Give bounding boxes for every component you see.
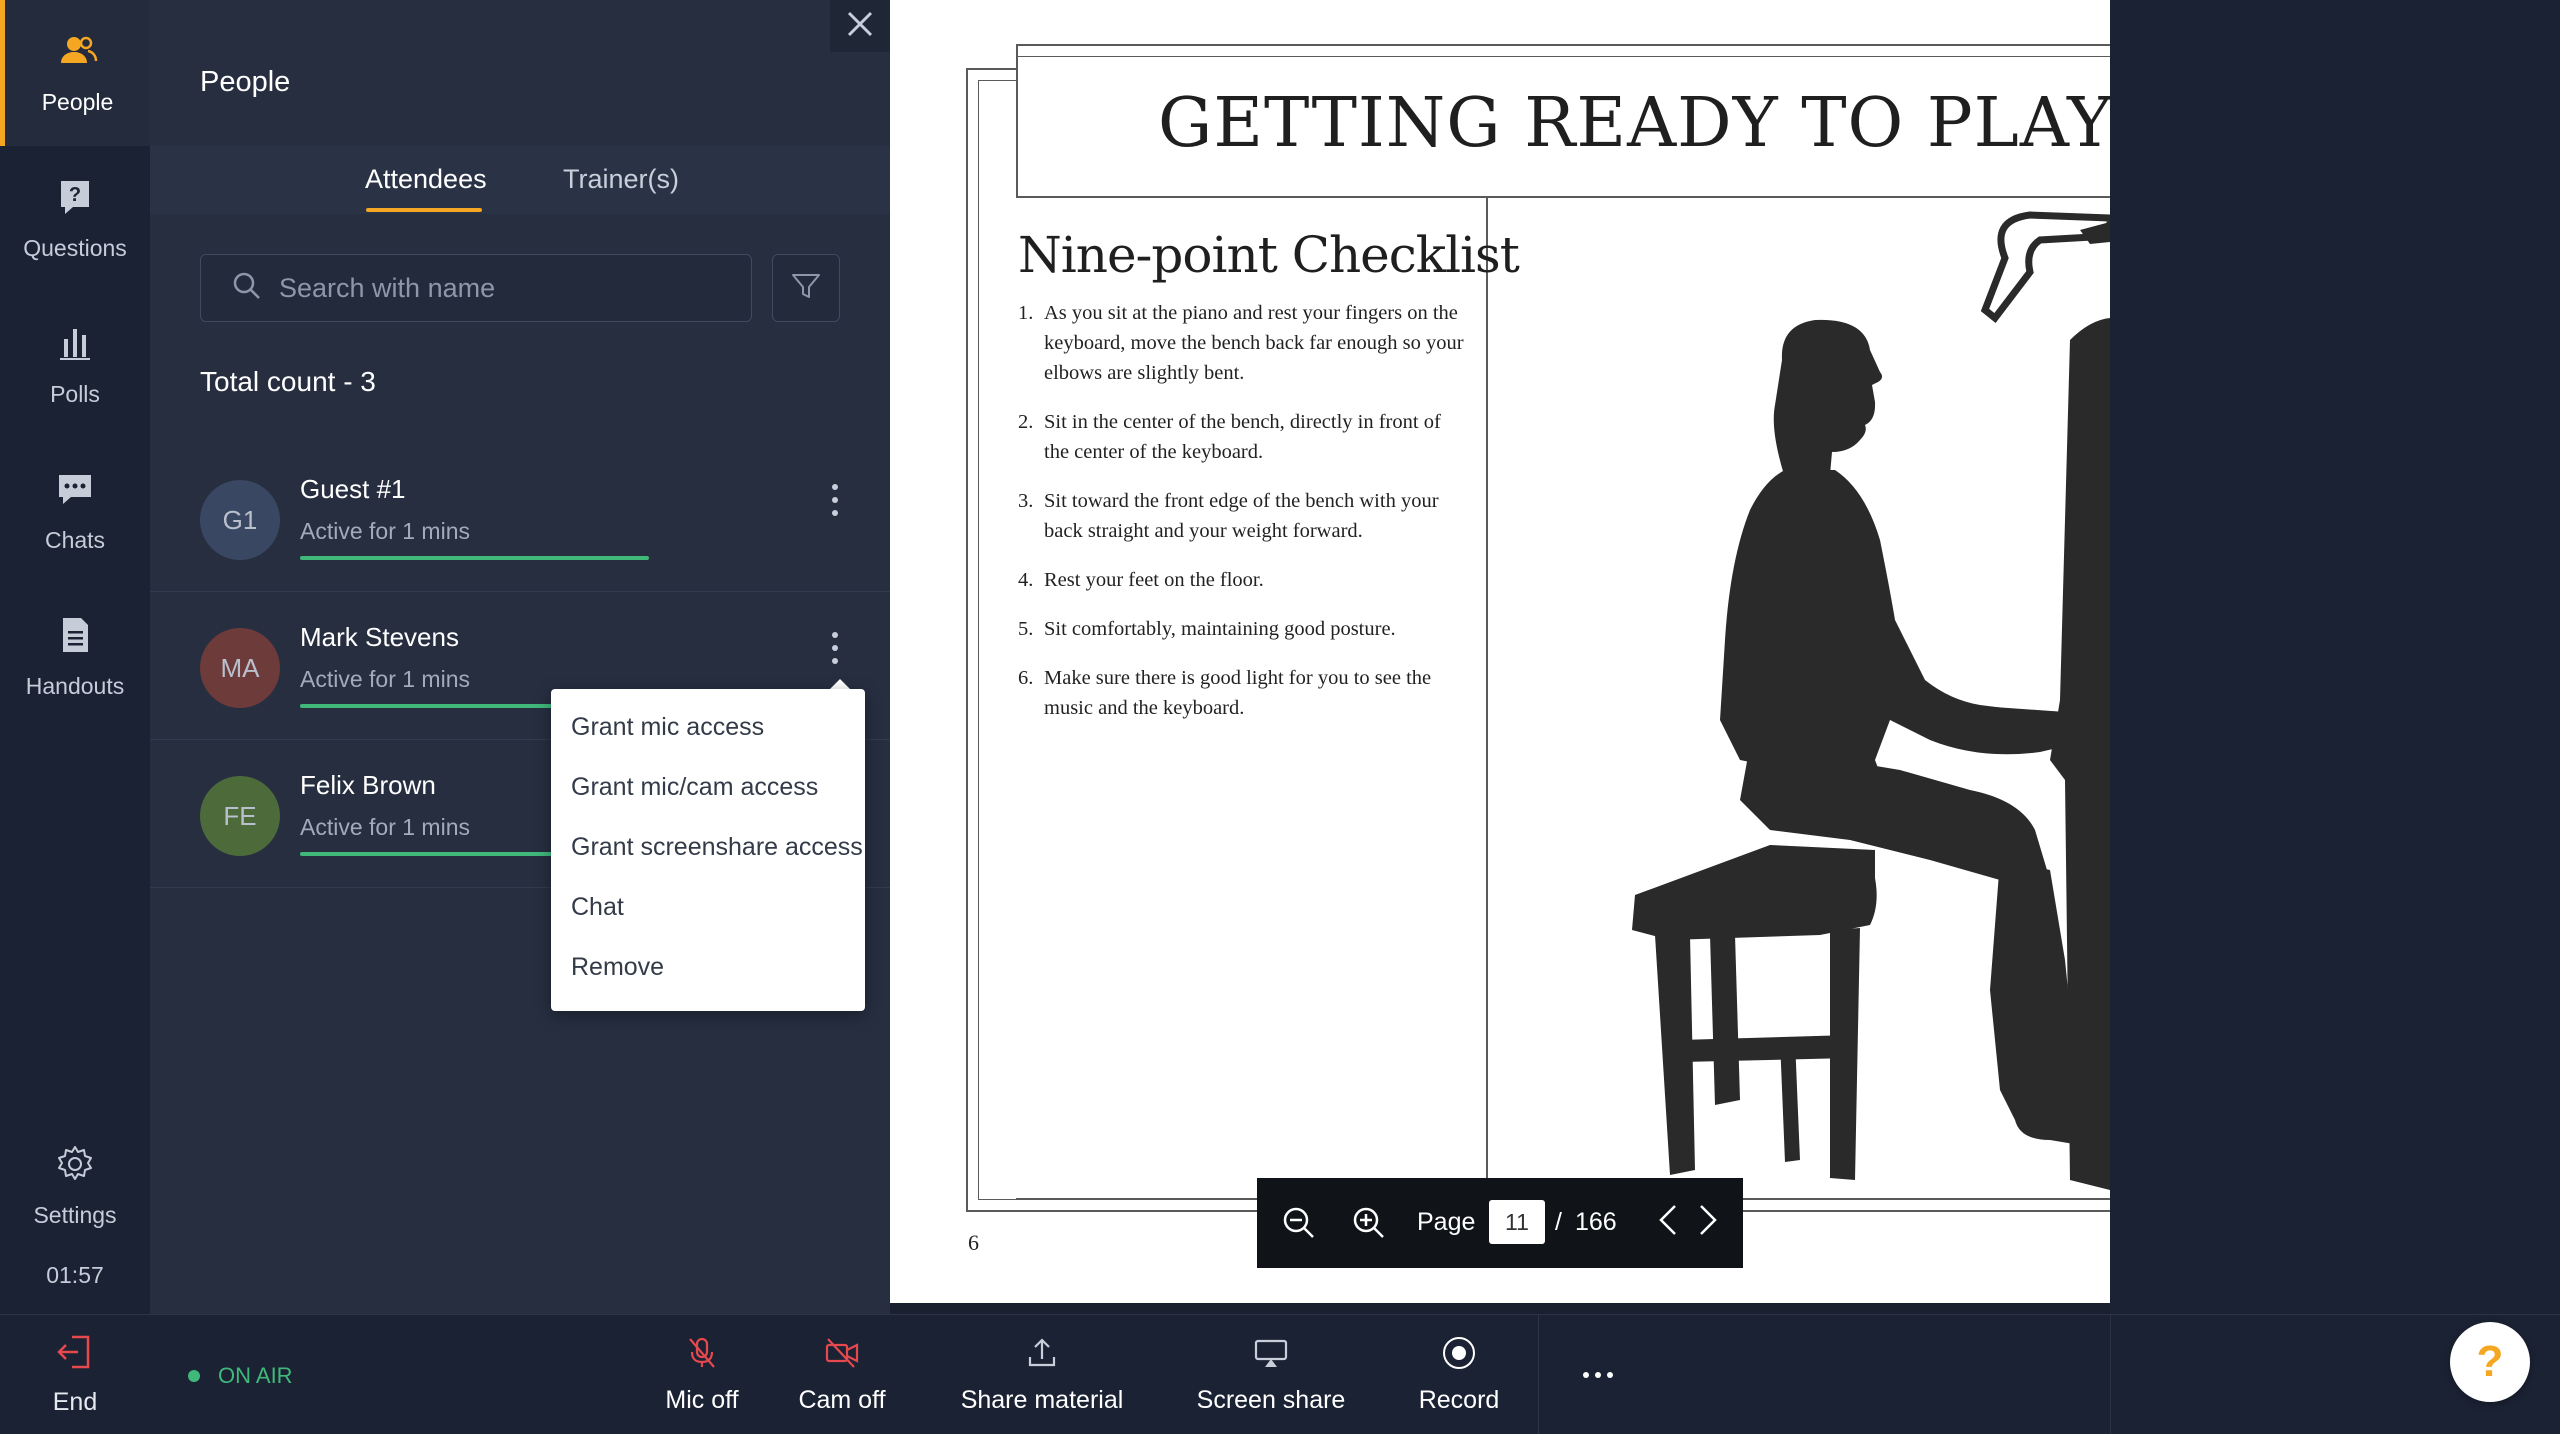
search-box	[200, 254, 752, 322]
question-icon: ?	[55, 177, 95, 235]
app-root: People ? Questions Polls Chats Handouts	[0, 0, 2560, 1434]
people-icon	[58, 31, 98, 89]
cam-off-label: Cam off	[798, 1386, 886, 1414]
total-pages: 166	[1575, 1208, 1617, 1236]
filter-button[interactable]	[772, 254, 840, 322]
exit-icon	[56, 1333, 94, 1388]
toolbar-divider-right	[2110, 1315, 2111, 1434]
panel-tabs: Attendees Trainer(s)	[150, 146, 890, 214]
on-air-dot	[188, 1370, 200, 1382]
attendee-status: Active for 1 mins	[300, 518, 470, 544]
gear-icon	[55, 1144, 95, 1202]
page-number-input[interactable]	[1489, 1200, 1545, 1244]
record-button[interactable]: Record	[1400, 1315, 1518, 1434]
chat-icon	[55, 469, 95, 527]
more-options-button[interactable]	[820, 628, 850, 668]
share-material-button[interactable]: Share material	[950, 1315, 1134, 1434]
panel-header: People	[150, 0, 890, 146]
more-options-button[interactable]	[1562, 1315, 1634, 1434]
attendee-name: Mark Stevens	[300, 622, 459, 652]
attendee-row[interactable]: G1 Guest #1 Active for 1 mins	[150, 446, 890, 592]
nav-label-polls: Polls	[50, 380, 100, 407]
nav-label-chats: Chats	[44, 526, 106, 553]
nav-item-people[interactable]: People	[0, 0, 150, 146]
help-button[interactable]: ?	[2450, 1322, 2530, 1402]
menu-item-grant-screenshare[interactable]: Grant screenshare access	[571, 833, 863, 862]
mic-off-button[interactable]: Mic off	[642, 1315, 762, 1434]
active-tab-indicator	[366, 208, 482, 212]
end-session-button[interactable]: End	[0, 1315, 150, 1434]
share-material-label: Share material	[960, 1386, 1124, 1414]
search-icon	[231, 270, 279, 307]
nav-item-chats[interactable]: Chats	[0, 438, 150, 584]
on-air-status: ON AIR	[188, 1363, 293, 1389]
screen-share-label: Screen share	[1196, 1386, 1346, 1414]
record-icon	[1441, 1335, 1477, 1386]
search-input[interactable]	[279, 272, 719, 304]
menu-item-chat[interactable]: Chat	[571, 893, 624, 922]
right-background	[2110, 0, 2560, 1314]
menu-item-grant-mic[interactable]: Grant mic access	[571, 713, 764, 742]
cam-off-icon	[824, 1335, 860, 1386]
left-nav-rail: People ? Questions Polls Chats Handouts	[0, 0, 150, 1314]
attendee-context-menu: Grant mic access Grant mic/cam access Gr…	[551, 689, 865, 1011]
nav-item-questions[interactable]: ? Questions	[0, 146, 150, 292]
cam-off-button[interactable]: Cam off	[782, 1315, 902, 1434]
page-toolbar: Page / 166	[1257, 1178, 1743, 1268]
pianist-silhouette-illustration	[1632, 211, 2110, 1190]
screen-share-icon	[1253, 1335, 1289, 1386]
page-separator: /	[1555, 1208, 1562, 1236]
tab-trainers[interactable]: Trainer(s)	[563, 164, 679, 195]
nav-item-settings[interactable]: Settings	[0, 1116, 150, 1256]
polls-icon	[55, 323, 95, 381]
nav-item-polls[interactable]: Polls	[0, 292, 150, 438]
avatar: MA	[200, 628, 280, 708]
attendee-status: Active for 1 mins	[300, 814, 470, 840]
handout-icon	[55, 615, 95, 673]
chevron-right-icon[interactable]	[1687, 1200, 1727, 1240]
panel-title: People	[200, 66, 291, 98]
menu-item-grant-mic-cam[interactable]: Grant mic/cam access	[571, 773, 818, 802]
zoom-in-icon[interactable]	[1349, 1203, 1389, 1243]
activity-progress-bar	[300, 556, 649, 560]
record-label: Record	[1418, 1386, 1500, 1414]
session-timer: 01:57	[46, 1262, 104, 1288]
attendee-name: Felix Brown	[300, 770, 436, 800]
nav-label-settings: Settings	[33, 1201, 117, 1228]
screen-share-button[interactable]: Screen share	[1188, 1315, 1354, 1434]
menu-item-remove[interactable]: Remove	[571, 953, 664, 982]
tab-attendees[interactable]: Attendees	[365, 164, 487, 195]
avatar: G1	[200, 480, 280, 560]
close-panel-button[interactable]	[830, 0, 890, 52]
people-panel: People Attendees Trainer(s) Total count …	[150, 0, 890, 1314]
end-label: End	[52, 1388, 98, 1416]
page-label: Page	[1417, 1208, 1476, 1236]
nav-label-handouts: Handouts	[25, 672, 125, 699]
document-viewer: GETTING READY TO PLAY THE Nine-point Che…	[890, 0, 2110, 1303]
svg-text:?: ?	[69, 184, 81, 206]
filter-icon	[790, 270, 822, 307]
bottom-control-bar: End ON AIR Mic off Cam off Share materia…	[0, 1314, 2560, 1434]
zoom-out-icon[interactable]	[1279, 1203, 1319, 1243]
total-count: Total count - 3	[200, 366, 376, 397]
toolbar-divider	[1538, 1315, 1539, 1434]
more-options-button[interactable]	[820, 480, 850, 520]
share-icon	[1024, 1335, 1060, 1386]
mic-off-icon	[684, 1335, 720, 1386]
nav-item-handouts[interactable]: Handouts	[0, 584, 150, 730]
attendee-name: Guest #1	[300, 474, 406, 504]
close-icon	[845, 9, 875, 44]
chevron-left-icon[interactable]	[1649, 1200, 1689, 1240]
attendee-status: Active for 1 mins	[300, 666, 470, 692]
on-air-label: ON AIR	[218, 1363, 293, 1388]
more-dots-icon	[1583, 1372, 1589, 1378]
nav-label-questions: Questions	[23, 234, 127, 261]
mic-off-label: Mic off	[665, 1386, 739, 1414]
nav-label-people: People	[41, 88, 114, 115]
avatar: FE	[200, 776, 280, 856]
